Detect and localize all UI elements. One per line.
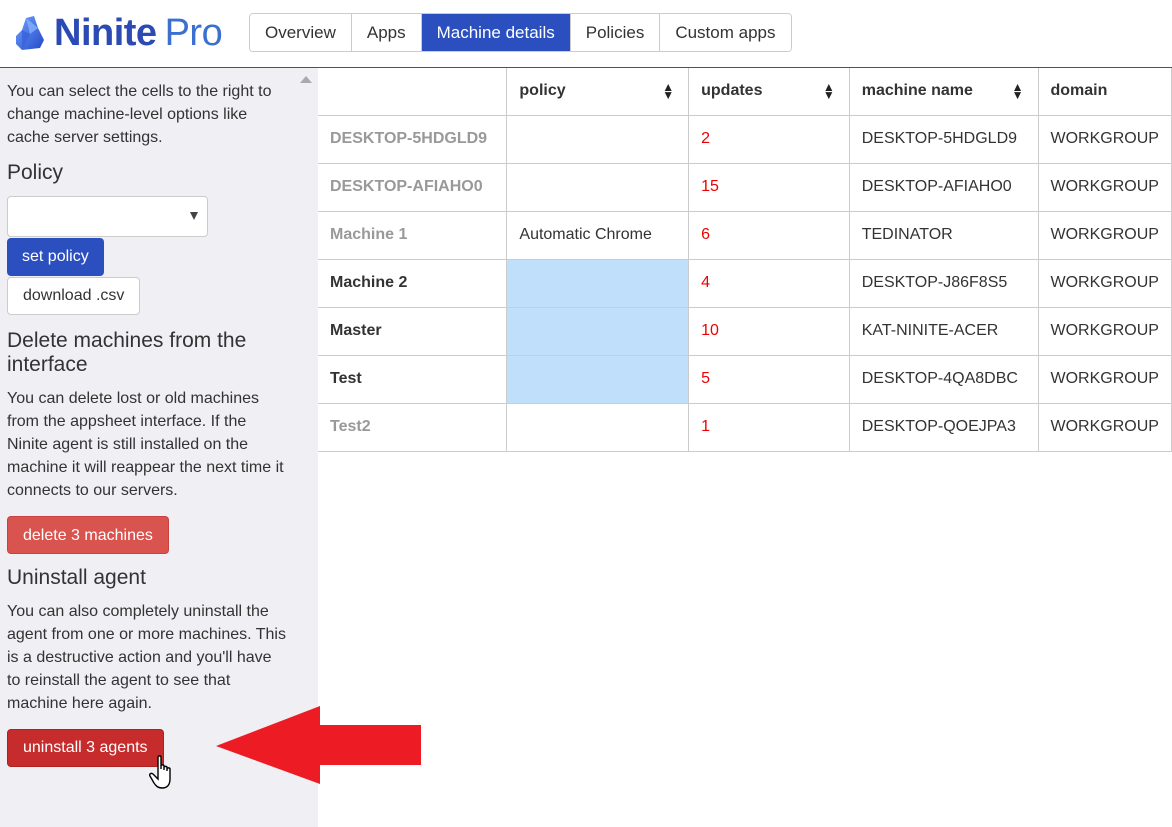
tab-policies[interactable]: Policies — [570, 14, 661, 51]
column-header-policy[interactable]: policy ▲ ▼ — [506, 68, 690, 116]
cell-machine-name[interactable]: DESKTOP-QOEJPA3 — [848, 402, 1039, 452]
cell-display-name[interactable]: Test2 — [318, 402, 508, 452]
sort-icon[interactable]: ▲ ▼ — [662, 81, 674, 101]
delete-machines-heading: Delete machines from the interface — [7, 329, 247, 376]
cell-policy[interactable] — [506, 402, 690, 452]
download-csv-button[interactable]: download .csv — [7, 277, 141, 315]
cell-policy[interactable] — [506, 162, 690, 212]
delete-machines-text: You can delete lost or old machines from… — [7, 390, 284, 499]
table-header-row: policy ▲ ▼ updates ▲ ▼ machine name ▲ ▼ domain — [318, 68, 1172, 116]
sort-icon[interactable]: ▲ ▼ — [1012, 81, 1024, 101]
cell-display-name[interactable]: Machine 2 — [318, 258, 508, 308]
table-row[interactable]: DESKTOP-5HDGLD9 2 DESKTOP-5HDGLD9 WORKGROUP — [318, 114, 1172, 164]
tab-machine-details[interactable]: Machine details — [421, 14, 571, 51]
uninstall-agents-button[interactable]: uninstall 3 agents — [7, 729, 164, 767]
cell-display-name[interactable]: Master — [318, 306, 508, 356]
cell-updates[interactable]: 10 — [688, 306, 850, 356]
scroll-up-arrow-icon[interactable] — [300, 76, 312, 83]
cell-domain[interactable]: WORKGROUP — [1037, 306, 1172, 356]
column-header-name — [318, 68, 508, 116]
cell-display-name[interactable]: Test — [318, 354, 508, 404]
column-header-label: domain — [1050, 82, 1108, 100]
cell-domain[interactable]: WORKGROUP — [1037, 258, 1172, 308]
cell-machine-name[interactable]: KAT-NINITE-ACER — [848, 306, 1039, 356]
cell-domain[interactable]: WORKGROUP — [1037, 162, 1172, 212]
machines-table: policy ▲ ▼ updates ▲ ▼ machine name ▲ ▼ domain… — [318, 68, 1172, 452]
machines-table-container: policy ▲ ▼ updates ▲ ▼ machine name ▲ ▼ domain… — [318, 68, 1172, 452]
header: Ninite Pro Overview Apps Machine details … — [0, 0, 1172, 67]
cell-policy[interactable] — [506, 114, 690, 164]
logo-ninite-text: Ninite — [54, 11, 157, 54]
cell-display-name[interactable]: Machine 1 — [318, 210, 508, 260]
tab-apps[interactable]: Apps — [351, 14, 422, 51]
sidebar-intro-text: You can select the cells to the right to… — [7, 83, 272, 146]
cell-updates[interactable]: 15 — [688, 162, 850, 212]
cell-policy[interactable] — [506, 354, 690, 404]
delete-machines-button[interactable]: delete 3 machines — [7, 516, 169, 554]
cell-policy[interactable] — [506, 306, 690, 356]
cell-machine-name[interactable]: TEDINATOR — [848, 210, 1039, 260]
table-row[interactable]: Machine 1 Automatic Chrome 6 TEDINATOR WORKG… — [318, 210, 1172, 260]
caret-down-icon — [190, 212, 198, 220]
uninstall-agent-text: You can also completely uninstall the ag… — [7, 603, 286, 712]
table-row[interactable]: DESKTOP-AFIAHO0 15 DESKTOP-AFIAHO0 WORKGROU… — [318, 162, 1172, 212]
logo-pro-text: Pro — [164, 11, 223, 54]
ninite-pro-logo[interactable]: Ninite Pro — [12, 10, 223, 56]
policy-select[interactable] — [7, 196, 208, 237]
cell-domain[interactable]: WORKGROUP — [1037, 210, 1172, 260]
cell-updates[interactable]: 5 — [688, 354, 850, 404]
column-header-machine-name[interactable]: machine name ▲ ▼ — [848, 68, 1039, 116]
sort-icon[interactable]: ▲ ▼ — [823, 81, 835, 101]
cell-machine-name[interactable]: DESKTOP-J86F8S5 — [848, 258, 1039, 308]
table-row[interactable]: Test2 1 DESKTOP-QOEJPA3 WORKGROUP — [318, 402, 1172, 452]
cell-domain[interactable]: WORKGROUP — [1037, 114, 1172, 164]
column-header-label: policy — [519, 82, 566, 100]
table-row[interactable]: Machine 2 4 DESKTOP-J86F8S5 WORKGROUP — [318, 258, 1172, 308]
red-arrow-annotation-icon — [216, 706, 421, 784]
table-row[interactable]: Test 5 DESKTOP-4QA8DBC WORKGROUP — [318, 354, 1172, 404]
column-header-domain[interactable]: domain — [1037, 68, 1172, 116]
table-row[interactable]: Master 10 KAT-NINITE-ACER WORKGROUP — [318, 306, 1172, 356]
cell-display-name[interactable]: DESKTOP-5HDGLD9 — [318, 114, 508, 164]
hand-pointer-cursor-icon — [149, 755, 171, 789]
tab-overview[interactable]: Overview — [250, 14, 352, 51]
column-header-label: updates — [701, 82, 763, 100]
tab-custom-apps[interactable]: Custom apps — [660, 14, 791, 51]
cell-updates[interactable]: 4 — [688, 258, 850, 308]
column-header-updates[interactable]: updates ▲ ▼ — [688, 68, 850, 116]
cell-policy[interactable] — [506, 258, 690, 308]
crystal-logo-icon — [16, 16, 44, 50]
main-tabs: Overview Apps Machine details Policies C… — [249, 13, 792, 52]
cell-machine-name[interactable]: DESKTOP-5HDGLD9 — [848, 114, 1039, 164]
cell-machine-name[interactable]: DESKTOP-4QA8DBC — [848, 354, 1039, 404]
column-header-label: machine name — [861, 82, 973, 100]
cell-domain[interactable]: WORKGROUP — [1037, 354, 1172, 404]
policy-heading: Policy — [7, 161, 64, 184]
cell-machine-name[interactable]: DESKTOP-AFIAHO0 — [848, 162, 1039, 212]
cell-updates[interactable]: 2 — [688, 114, 850, 164]
cell-policy[interactable]: Automatic Chrome — [506, 210, 690, 260]
cell-domain[interactable]: WORKGROUP — [1037, 402, 1172, 452]
cell-updates[interactable]: 6 — [688, 210, 850, 260]
set-policy-button[interactable]: set policy — [7, 238, 104, 276]
cell-display-name[interactable]: DESKTOP-AFIAHO0 — [318, 162, 508, 212]
cell-updates[interactable]: 1 — [688, 402, 850, 452]
uninstall-agent-heading: Uninstall agent — [7, 566, 146, 589]
